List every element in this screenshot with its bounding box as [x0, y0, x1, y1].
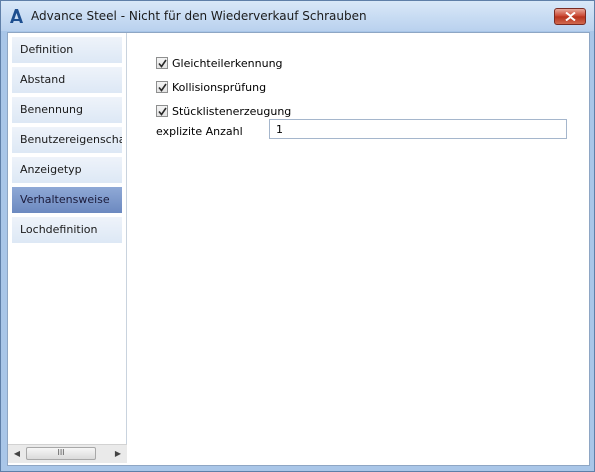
settings-panel: Gleichteilerkennung Kollisionsprüfung St…: [156, 51, 291, 123]
title-bar[interactable]: Advance Steel - Nicht für den Wiederverk…: [1, 1, 594, 31]
kollisionspruefung-label: Kollisionsprüfung: [172, 80, 267, 94]
sidebar-item-benennung[interactable]: Benennung: [12, 97, 122, 123]
close-button[interactable]: [554, 8, 586, 25]
gleichteilerkennung-label: Gleichteilerkennung: [172, 56, 283, 70]
sidebar-horizontal-scrollbar[interactable]: ◀ III ▶: [8, 444, 127, 463]
explizite-anzahl-input[interactable]: [269, 119, 567, 139]
sidebar-item-anzeigetyp[interactable]: Anzeigetyp: [12, 157, 122, 183]
checkmark-icon: [158, 59, 167, 68]
sidebar-item-benutzereigenschaften[interactable]: Benutzereigenscha...: [12, 127, 122, 153]
gleichteilerkennung-checkbox[interactable]: [156, 57, 168, 69]
checkbox-row-kollisionspruefung[interactable]: Kollisionsprüfung: [156, 75, 291, 99]
stuecklistenerzeugung-checkbox[interactable]: [156, 105, 168, 117]
close-icon: [565, 12, 576, 21]
category-sidebar: Definition Abstand Benennung Benutzereig…: [8, 33, 127, 447]
scroll-left-icon[interactable]: ◀: [12, 448, 22, 460]
window-title: Advance Steel - Nicht für den Wiederverk…: [31, 9, 367, 23]
sidebar-item-definition[interactable]: Definition: [12, 37, 122, 63]
kollisionspruefung-checkbox[interactable]: [156, 81, 168, 93]
sidebar-item-abstand[interactable]: Abstand: [12, 67, 122, 93]
dialog-client-area: Definition Abstand Benennung Benutzereig…: [7, 32, 590, 466]
checkbox-row-gleichteilerkennung[interactable]: Gleichteilerkennung: [156, 51, 291, 75]
checkmark-icon: [158, 107, 167, 116]
scroll-right-icon[interactable]: ▶: [113, 448, 123, 460]
checkmark-icon: [158, 83, 167, 92]
sidebar-item-verhaltensweise[interactable]: Verhaltensweise: [12, 187, 122, 213]
sidebar-item-lochdefinition[interactable]: Lochdefinition: [12, 217, 122, 243]
dialog-window: Advance Steel - Nicht für den Wiederverk…: [0, 0, 595, 472]
scrollbar-thumb[interactable]: III: [26, 447, 96, 460]
advance-steel-logo-icon: [10, 9, 23, 23]
stuecklistenerzeugung-label: Stücklistenerzeugung: [172, 104, 292, 118]
explizite-anzahl-label: explizite Anzahl: [156, 125, 243, 138]
